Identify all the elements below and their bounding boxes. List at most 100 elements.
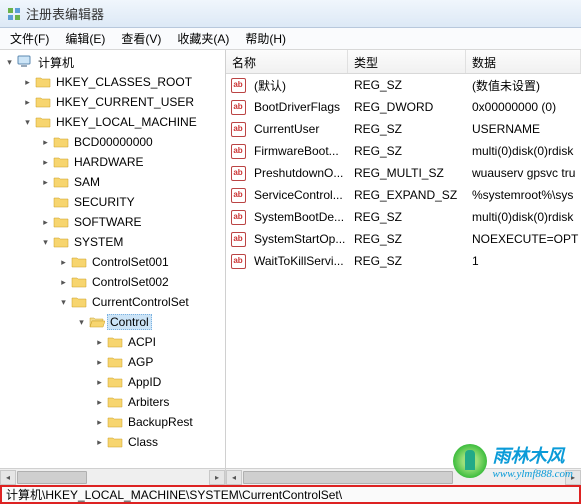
cell-type: REG_SZ [348, 252, 466, 270]
menu-favorites[interactable]: 收藏夹(A) [169, 28, 237, 49]
folder-icon [35, 115, 51, 129]
tree-item-cs001[interactable]: ▸ ControlSet001 [0, 252, 225, 272]
tree-item-bcd[interactable]: ▸ BCD00000000 [0, 132, 225, 152]
string-value-icon: ab [230, 253, 246, 269]
collapse-icon[interactable]: ▾ [40, 237, 51, 248]
expand-icon[interactable]: ▸ [94, 377, 105, 388]
tree-item-hkcr[interactable]: ▸ HKEY_CLASSES_ROOT [0, 72, 225, 92]
tree-label: SOFTWARE [71, 214, 145, 230]
list-row[interactable]: abSystemStartOp...REG_SZ NOEXECUTE=OPT [226, 228, 581, 250]
cell-name: PreshutdownO... [248, 164, 348, 182]
cell-type: REG_SZ [348, 76, 466, 94]
list-row[interactable]: abSystemBootDe...REG_SZmulti(0)disk(0)rd… [226, 206, 581, 228]
folder-icon [35, 95, 51, 109]
tree-hscroll[interactable]: ◂ ▸ [0, 469, 226, 485]
expand-icon[interactable]: ▸ [40, 157, 51, 168]
collapse-icon[interactable]: ▾ [58, 297, 69, 308]
col-name[interactable]: 名称 [226, 50, 348, 73]
list-row[interactable]: abFirmwareBoot...REG_SZmulti(0)disk(0)rd… [226, 140, 581, 162]
tree-item-sam[interactable]: ▸ SAM [0, 172, 225, 192]
expand-icon[interactable]: ▸ [58, 257, 69, 268]
tree-label: HARDWARE [71, 154, 147, 170]
tree-item-software[interactable]: ▸ SOFTWARE [0, 212, 225, 232]
expand-icon[interactable]: ▸ [22, 97, 33, 108]
tree-item-class[interactable]: ▸ Class [0, 432, 225, 452]
expand-icon[interactable]: ▸ [40, 137, 51, 148]
cell-data: multi(0)disk(0)rdisk [466, 142, 581, 160]
tree-pane[interactable]: ▾ 计算机 ▸ HKEY_CLASSES_ROOT ▸ HKEY_CURRENT… [0, 50, 226, 468]
tree-label: SYSTEM [71, 234, 126, 250]
string-value-icon: ab [230, 77, 246, 93]
tree-item-hardware[interactable]: ▸ HARDWARE [0, 152, 225, 172]
expand-icon[interactable]: ▸ [94, 337, 105, 348]
scroll-track[interactable] [16, 470, 209, 485]
expand-icon[interactable]: ▸ [94, 417, 105, 428]
folder-icon [35, 75, 51, 89]
scroll-thumb[interactable] [17, 471, 87, 484]
tree-item-cs002[interactable]: ▸ ControlSet002 [0, 272, 225, 292]
col-type[interactable]: 类型 [348, 50, 466, 73]
tree-item-computer[interactable]: ▾ 计算机 [0, 52, 225, 72]
tree-item-acpi[interactable]: ▸ ACPI [0, 332, 225, 352]
tree-item-security[interactable]: SECURITY [0, 192, 225, 212]
expand-icon[interactable]: ▸ [22, 77, 33, 88]
menubar: 文件(F) 编辑(E) 查看(V) 收藏夹(A) 帮助(H) [0, 28, 581, 50]
list-row[interactable]: abWaitToKillServi...REG_SZ1 [226, 250, 581, 272]
list-row[interactable]: ab(默认)REG_SZ(数值未设置) [226, 74, 581, 96]
scroll-left-icon[interactable]: ◂ [226, 470, 242, 485]
cell-type: REG_SZ [348, 142, 466, 160]
expand-icon[interactable]: ▸ [94, 397, 105, 408]
list-pane[interactable]: 名称 类型 数据 ab(默认)REG_SZ(数值未设置)abBootDriver… [226, 50, 581, 468]
list-row[interactable]: abCurrentUserREG_SZUSERNAME [226, 118, 581, 140]
scroll-right-icon[interactable]: ▸ [565, 470, 581, 485]
cell-data: wuauserv gpsvc tru [466, 164, 581, 182]
registry-tree: ▾ 计算机 ▸ HKEY_CLASSES_ROOT ▸ HKEY_CURRENT… [0, 50, 225, 454]
folder-icon [53, 175, 69, 189]
tree-label: BackupRest [125, 414, 196, 430]
scroll-left-icon[interactable]: ◂ [0, 470, 16, 485]
scroll-right-icon[interactable]: ▸ [209, 470, 225, 485]
menu-help[interactable]: 帮助(H) [237, 28, 294, 49]
tree-label: SAM [71, 174, 103, 190]
cell-name: SystemBootDe... [248, 208, 348, 226]
cell-type: REG_SZ [348, 230, 466, 248]
tree-item-control[interactable]: ▾ Control [0, 312, 225, 332]
col-data[interactable]: 数据 [466, 50, 581, 73]
collapse-icon[interactable]: ▾ [4, 57, 15, 68]
tree-item-appid[interactable]: ▸ AppID [0, 372, 225, 392]
menu-edit[interactable]: 编辑(E) [57, 28, 113, 49]
tree-item-backuprest[interactable]: ▸ BackupRest [0, 412, 225, 432]
tree-item-system[interactable]: ▾ SYSTEM [0, 232, 225, 252]
expand-icon[interactable]: ▸ [40, 217, 51, 228]
folder-icon [71, 275, 87, 289]
expand-icon[interactable]: ▸ [94, 437, 105, 448]
tree-item-hklm[interactable]: ▾ HKEY_LOCAL_MACHINE [0, 112, 225, 132]
string-value-icon: ab [230, 187, 246, 203]
tree-item-ccs[interactable]: ▾ CurrentControlSet [0, 292, 225, 312]
list-row[interactable]: abPreshutdownO...REG_MULTI_SZwuauserv gp… [226, 162, 581, 184]
cell-type: REG_SZ [348, 120, 466, 138]
tree-item-arbiters[interactable]: ▸ Arbiters [0, 392, 225, 412]
menu-view[interactable]: 查看(V) [113, 28, 169, 49]
list-row[interactable]: abBootDriverFlagsREG_DWORD0x00000000 (0) [226, 96, 581, 118]
list-body: ab(默认)REG_SZ(数值未设置)abBootDriverFlagsREG_… [226, 74, 581, 272]
titlebar: 注册表编辑器 [0, 0, 581, 28]
cell-data: 1 [466, 252, 581, 270]
collapse-icon[interactable]: ▾ [76, 317, 87, 328]
tree-item-hkcu[interactable]: ▸ HKEY_CURRENT_USER [0, 92, 225, 112]
menu-file[interactable]: 文件(F) [2, 28, 57, 49]
folder-icon [53, 195, 69, 209]
list-hscroll[interactable]: ◂ ▸ [226, 469, 581, 485]
expand-icon[interactable]: ▸ [40, 177, 51, 188]
collapse-icon[interactable]: ▾ [22, 117, 33, 128]
folder-icon [107, 375, 123, 389]
list-row[interactable]: abServiceControl...REG_EXPAND_SZ%systemr… [226, 184, 581, 206]
tree-item-agp[interactable]: ▸ AGP [0, 352, 225, 372]
tree-label-selected: Control [107, 314, 152, 330]
expand-icon[interactable]: ▸ [94, 357, 105, 368]
status-path: 计算机\HKEY_LOCAL_MACHINE\SYSTEM\CurrentCon… [6, 486, 342, 503]
expand-icon[interactable]: ▸ [58, 277, 69, 288]
main-split: ▾ 计算机 ▸ HKEY_CLASSES_ROOT ▸ HKEY_CURRENT… [0, 50, 581, 468]
scroll-thumb[interactable] [243, 471, 453, 484]
scroll-track[interactable] [242, 470, 565, 485]
